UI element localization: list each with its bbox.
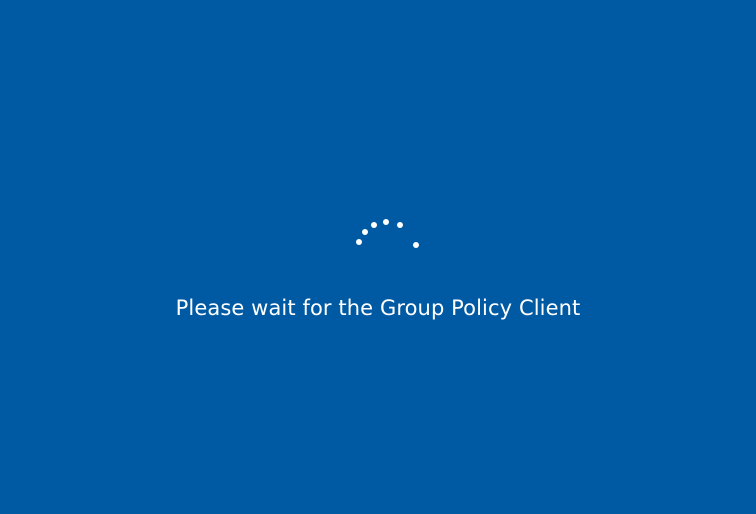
spinner-dot	[413, 242, 419, 248]
spinner-dot	[397, 222, 403, 228]
spinner-dot	[362, 229, 368, 235]
loading-spinner-icon	[346, 210, 426, 260]
wait-screen: Please wait for the Group Policy Client	[0, 0, 756, 514]
spinner-dot	[356, 239, 362, 245]
spinner-dot	[371, 222, 377, 228]
spinner-dot	[383, 219, 389, 225]
status-message: Please wait for the Group Policy Client	[175, 296, 581, 320]
